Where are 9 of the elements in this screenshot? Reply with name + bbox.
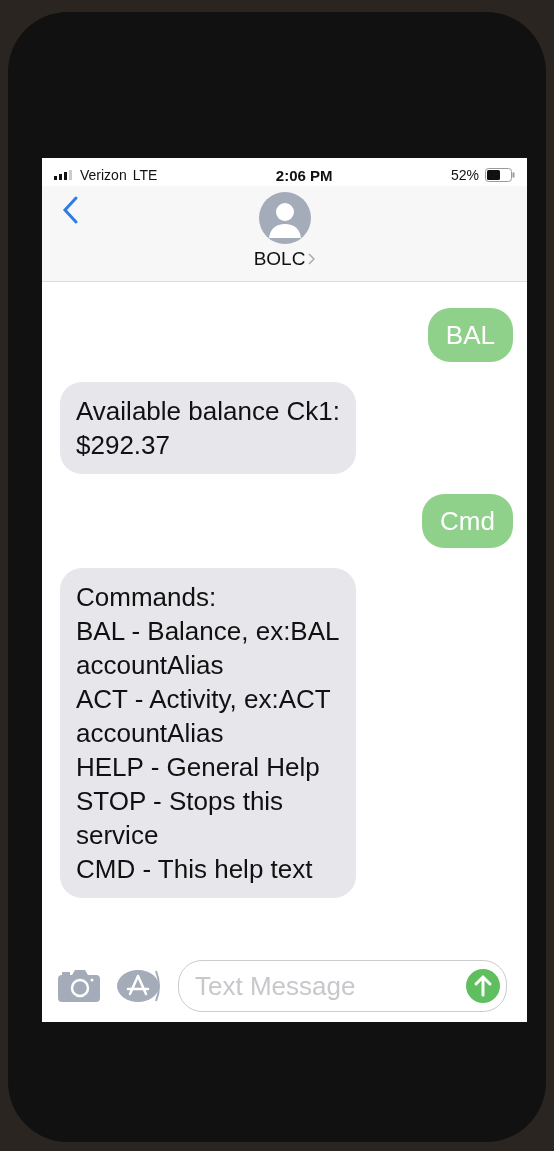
- contact-name[interactable]: BOLC: [253, 248, 306, 270]
- carrier-name: Verizon: [80, 167, 127, 183]
- network-type: LTE: [132, 167, 158, 183]
- sent-message: BAL: [427, 308, 513, 362]
- battery-percent: 52%: [450, 167, 479, 183]
- clock-time: 2:06 PM: [275, 166, 333, 184]
- sent-message: Cmd: [422, 494, 513, 548]
- received-message: Commands: BAL - Balance, ex:BAL accountAlias ACT - Activity, ex:ACT accountAlias HELP - General Help STOP - Stops this service CMD - This help text: [60, 568, 356, 898]
- received-message: Available balance Ck1: $292.37: [60, 382, 357, 474]
